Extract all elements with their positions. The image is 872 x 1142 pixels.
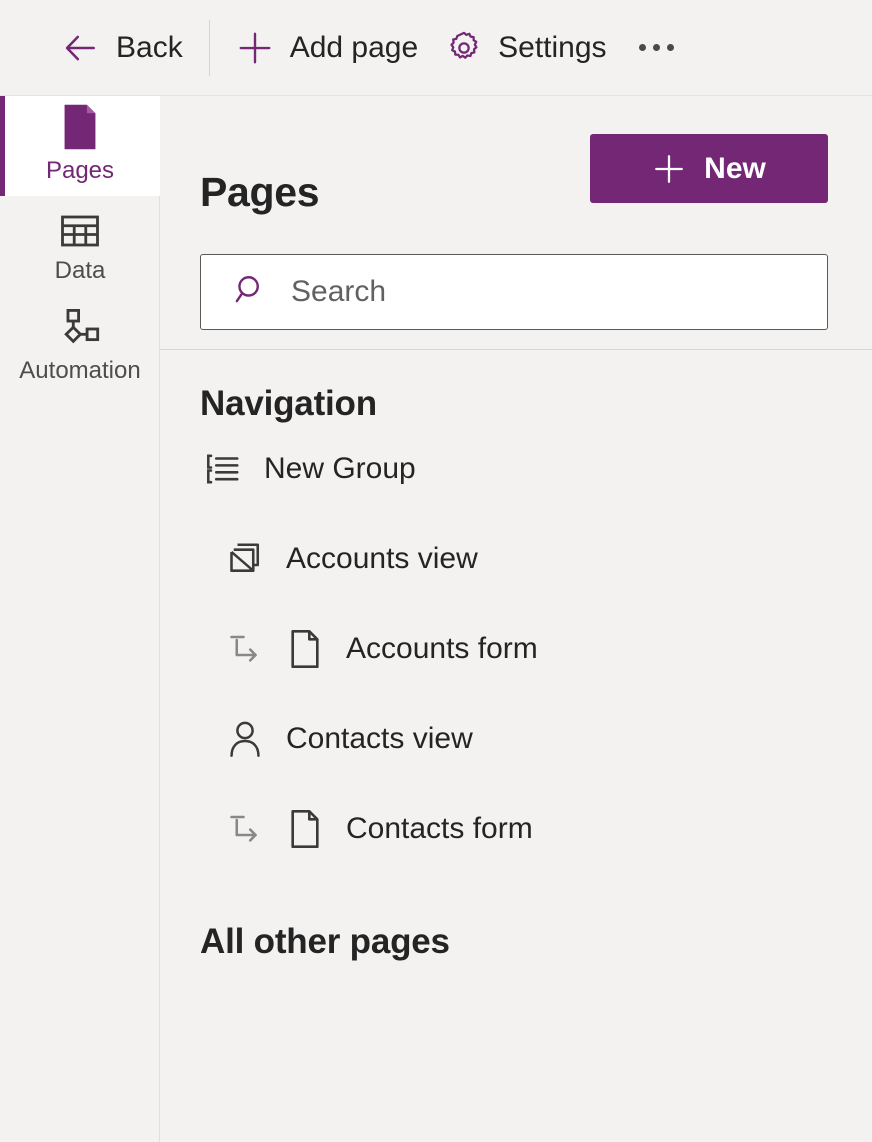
navigation-tree: New Group Accounts view Accounts form Co… [160,424,872,874]
left-rail: Pages Data Automation [0,96,160,1142]
back-label: Back [116,30,183,64]
tree-item-label: Accounts form [346,632,538,665]
sidebar-item-label: Automation [19,357,141,384]
all-other-pages-section-heading: All other pages [200,922,450,961]
toolbar-separator [208,19,210,76]
search-icon [233,272,269,313]
dot [652,44,660,51]
tree-item-label: New Group [264,452,416,485]
tree-item-label: Accounts view [286,542,478,575]
sub-item-arrow-icon [222,812,268,846]
group-list-icon [200,452,246,486]
navigation-section-heading: Navigation [200,384,377,423]
tree-item-contacts-view[interactable]: Contacts view [160,694,872,784]
sidebar-item-data[interactable]: Data [0,196,160,296]
flow-icon [57,309,103,351]
table-icon [59,209,101,251]
arrow-left-icon [62,29,100,67]
sidebar-item-pages[interactable]: Pages [0,96,160,196]
search-box[interactable] [200,254,828,330]
more-horizontal-icon[interactable] [621,16,692,80]
person-icon [222,720,268,758]
add-page-button[interactable]: Add page [222,16,432,80]
page-outline-icon [282,809,328,849]
panel-header: Pages New [160,96,872,350]
search-input[interactable] [289,274,793,310]
dot [638,44,646,51]
pages-panel: Pages New Navigation [160,96,872,1142]
back-button[interactable]: Back [48,16,197,80]
gear-icon [446,30,482,66]
tree-item-new-group[interactable]: New Group [160,424,872,514]
settings-button[interactable]: Settings [432,16,620,80]
new-button[interactable]: New [590,134,828,203]
page-title: Pages [200,169,320,216]
sidebar-item-label: Pages [45,157,115,184]
top-toolbar: Back Add page Settings [0,0,872,96]
pages-tree-area: Navigation New Group Accounts view Accou… [160,350,872,1142]
sub-item-arrow-icon [222,632,268,666]
tree-item-contacts-form[interactable]: Contacts form [160,784,872,874]
add-page-label: Add page [289,30,419,64]
page-icon [59,104,101,151]
plus-icon [652,152,686,186]
new-button-label: New [704,151,766,185]
tree-item-label: Contacts form [346,812,533,845]
settings-label: Settings [498,30,607,64]
plus-icon [236,29,274,67]
sidebar-item-automation[interactable]: Automation [0,296,160,396]
tree-item-accounts-view[interactable]: Accounts view [160,514,872,604]
dot [666,44,674,51]
tree-item-label: Contacts view [286,722,473,755]
page-outline-icon [282,629,328,669]
sidebar-item-label: Data [54,257,106,284]
view-icon [222,541,268,577]
tree-item-accounts-form[interactable]: Accounts form [160,604,872,694]
